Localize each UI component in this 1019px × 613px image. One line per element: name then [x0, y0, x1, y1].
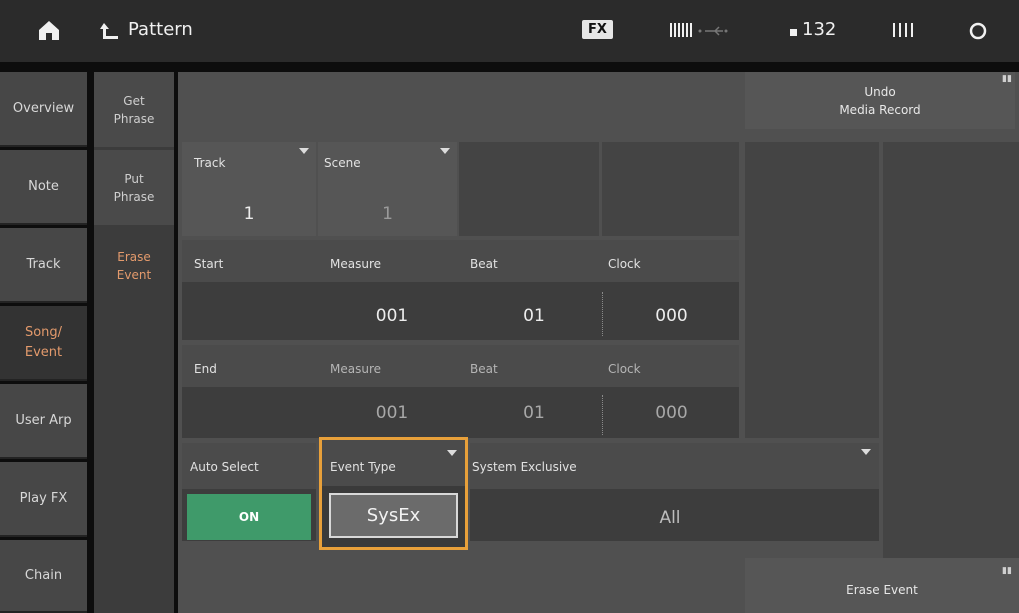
system-exclusive-value: All	[659, 508, 681, 528]
start-beat-label: Beat	[470, 257, 498, 271]
event-type-label: Event Type	[330, 460, 396, 474]
end-clock-value[interactable]: 000	[604, 403, 739, 423]
subnav-put-phrase[interactable]: Put Phrase	[94, 150, 174, 225]
start-measure-value[interactable]: 001	[322, 306, 462, 326]
auto-select-on-button[interactable]: ON	[187, 494, 311, 540]
end-measure-value[interactable]: 001	[322, 403, 462, 423]
nav-label: User Arp	[15, 413, 72, 428]
undo-label: Undo Media Record	[839, 84, 921, 117]
subnav-label: Get Phrase	[113, 93, 155, 126]
dropdown-arrow-icon	[440, 148, 450, 154]
nav-song-event[interactable]: Song/ Event	[0, 306, 87, 381]
auto-select-label: Auto Select	[190, 460, 259, 474]
subnav-label: Erase Event	[116, 249, 152, 282]
usb-icon	[697, 23, 729, 37]
nav-play-fx[interactable]: Play FX	[0, 462, 87, 537]
empty-cell	[602, 142, 739, 236]
nav-user-arp[interactable]: User Arp	[0, 384, 87, 459]
nav-track[interactable]: Track	[0, 228, 87, 303]
end-measure-label: Measure	[330, 362, 381, 376]
nav-note[interactable]: Note	[0, 150, 87, 225]
settings-circle-icon[interactable]	[968, 21, 988, 41]
separator	[602, 292, 603, 336]
end-label: End	[194, 362, 217, 376]
scene-label: Scene	[324, 156, 361, 170]
back-arrow-icon[interactable]	[98, 19, 120, 43]
event-type-value[interactable]: SysEx	[329, 493, 458, 538]
subnav-get-phrase[interactable]: Get Phrase	[94, 72, 174, 147]
nav-label: Note	[28, 179, 59, 194]
start-measure-label: Measure	[330, 257, 381, 271]
dropdown-arrow-icon	[861, 449, 871, 455]
empty-cell	[459, 142, 599, 236]
dropdown-arrow-icon	[299, 148, 309, 154]
empty-cell	[883, 438, 1019, 558]
system-exclusive-parameter[interactable]: System Exclusive All	[470, 443, 879, 541]
track-label: Track	[194, 156, 226, 170]
event-type-parameter[interactable]: Event Type SysEx	[319, 437, 468, 550]
auto-select-parameter: Auto Select ON	[182, 443, 316, 541]
level-meter-icon	[670, 21, 692, 39]
dropdown-arrow-icon	[447, 450, 457, 456]
subnav-label: Put Phrase	[113, 171, 155, 204]
scene-value: 1	[382, 204, 393, 224]
nav-label: Track	[26, 257, 61, 272]
end-header	[182, 345, 739, 387]
end-beat-value[interactable]: 01	[464, 403, 604, 423]
end-clock-label: Clock	[608, 362, 641, 376]
start-header	[182, 240, 739, 282]
start-beat-value[interactable]: 01	[464, 306, 604, 326]
nav-label: Song/ Event	[24, 324, 63, 360]
corner-marker-icon: ▮▮	[1002, 566, 1012, 576]
track-parameter[interactable]: Track 1	[182, 142, 316, 236]
nav-chain[interactable]: Chain	[0, 540, 87, 613]
start-clock-value[interactable]: 000	[604, 306, 739, 326]
end-beat-label: Beat	[470, 362, 498, 376]
empty-cell	[883, 142, 1019, 438]
undo-media-record-button[interactable]: Undo Media Record	[745, 72, 1015, 129]
scene-parameter[interactable]: Scene 1	[318, 142, 457, 236]
tempo-value[interactable]: 132	[802, 19, 836, 40]
erase-event-label: Erase Event	[846, 582, 918, 597]
start-row: Start Measure Beat Clock 001 01 000	[182, 240, 739, 340]
separator	[602, 395, 603, 435]
start-label: Start	[194, 257, 224, 271]
nav-overview[interactable]: Overview	[0, 72, 87, 147]
home-icon[interactable]	[36, 18, 62, 42]
nav-label: Overview	[12, 101, 75, 116]
quick-setup-icon[interactable]	[893, 21, 913, 39]
end-row: End Measure Beat Clock 001 01 000	[182, 345, 739, 438]
nav-label: Play FX	[19, 491, 68, 506]
track-value: 1	[243, 204, 255, 224]
start-clock-label: Clock	[608, 257, 641, 271]
system-exclusive-label: System Exclusive	[472, 460, 577, 474]
subnav-erase-event[interactable]: Erase Event	[94, 228, 174, 303]
nav-label: Chain	[24, 568, 63, 583]
page-title: Pattern	[128, 19, 193, 40]
tempo-dot-icon	[790, 29, 797, 36]
empty-cell	[745, 142, 879, 438]
corner-marker-icon: ▮▮	[1002, 74, 1012, 84]
erase-event-button[interactable]: Erase Event	[745, 558, 1019, 613]
top-bar: Pattern FX 132	[0, 0, 1019, 62]
fx-indicator[interactable]: FX	[582, 20, 613, 39]
